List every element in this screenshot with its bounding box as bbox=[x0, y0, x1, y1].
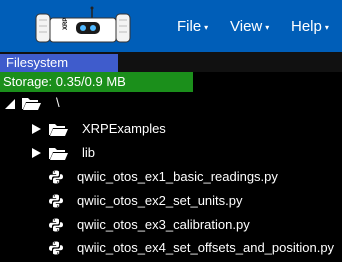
tree-folder-xrpexamples[interactable]: XRPExamples bbox=[0, 118, 342, 140]
help-menu[interactable]: Help ▾ bbox=[291, 0, 329, 52]
file-label: qwiic_otos_ex3_calibration.py bbox=[77, 217, 250, 232]
tree-file[interactable]: qwiic_otos_ex1_basic_readings.py bbox=[0, 166, 342, 188]
storage-usage-bar: Storage: 0.35/0.9 MB bbox=[0, 72, 193, 92]
tree-file[interactable]: qwiic_otos_ex4_set_offsets_and_position.… bbox=[0, 237, 342, 259]
expanded-arrow-icon bbox=[5, 99, 15, 109]
storage-free-space bbox=[193, 72, 342, 92]
file-menu-label: File bbox=[177, 17, 202, 35]
tree-root-label: \ bbox=[56, 95, 60, 110]
chevron-down-icon: ▾ bbox=[204, 22, 209, 32]
view-menu[interactable]: View ▾ bbox=[230, 0, 269, 52]
file-label: qwiic_otos_ex4_set_offsets_and_position.… bbox=[77, 240, 335, 255]
folder-label: XRPExamples bbox=[82, 121, 166, 136]
tree-folder-lib[interactable]: lib bbox=[0, 142, 342, 164]
view-menu-label: View bbox=[230, 17, 263, 35]
tree-file[interactable]: qwiic_otos_ex3_calibration.py bbox=[0, 214, 342, 236]
tab-filesystem[interactable]: Filesystem bbox=[0, 54, 118, 72]
tree-file[interactable]: qwiic_otos_ex2_set_units.py bbox=[0, 190, 342, 212]
python-file-icon bbox=[49, 194, 63, 208]
chevron-down-icon: ▾ bbox=[265, 22, 270, 32]
collapsed-arrow-icon bbox=[32, 148, 41, 158]
logo-lettering: XRP bbox=[63, 18, 69, 30]
python-file-icon bbox=[49, 241, 63, 255]
folder-open-icon bbox=[49, 148, 68, 160]
collapsed-arrow-icon bbox=[32, 124, 41, 134]
python-file-icon bbox=[49, 170, 63, 184]
folder-label: lib bbox=[82, 145, 96, 160]
folder-open-icon bbox=[22, 98, 41, 110]
folder-open-icon bbox=[49, 124, 68, 136]
tree-root[interactable]: \ bbox=[0, 92, 342, 114]
file-label: qwiic_otos_ex1_basic_readings.py bbox=[77, 169, 278, 184]
file-label: qwiic_otos_ex2_set_units.py bbox=[77, 193, 243, 208]
chevron-down-icon: ▾ bbox=[324, 22, 329, 32]
help-menu-label: Help bbox=[291, 17, 322, 35]
python-file-icon bbox=[49, 218, 63, 232]
file-menu[interactable]: File ▾ bbox=[177, 0, 208, 52]
xrp-robot-logo: XRP bbox=[35, 6, 131, 43]
